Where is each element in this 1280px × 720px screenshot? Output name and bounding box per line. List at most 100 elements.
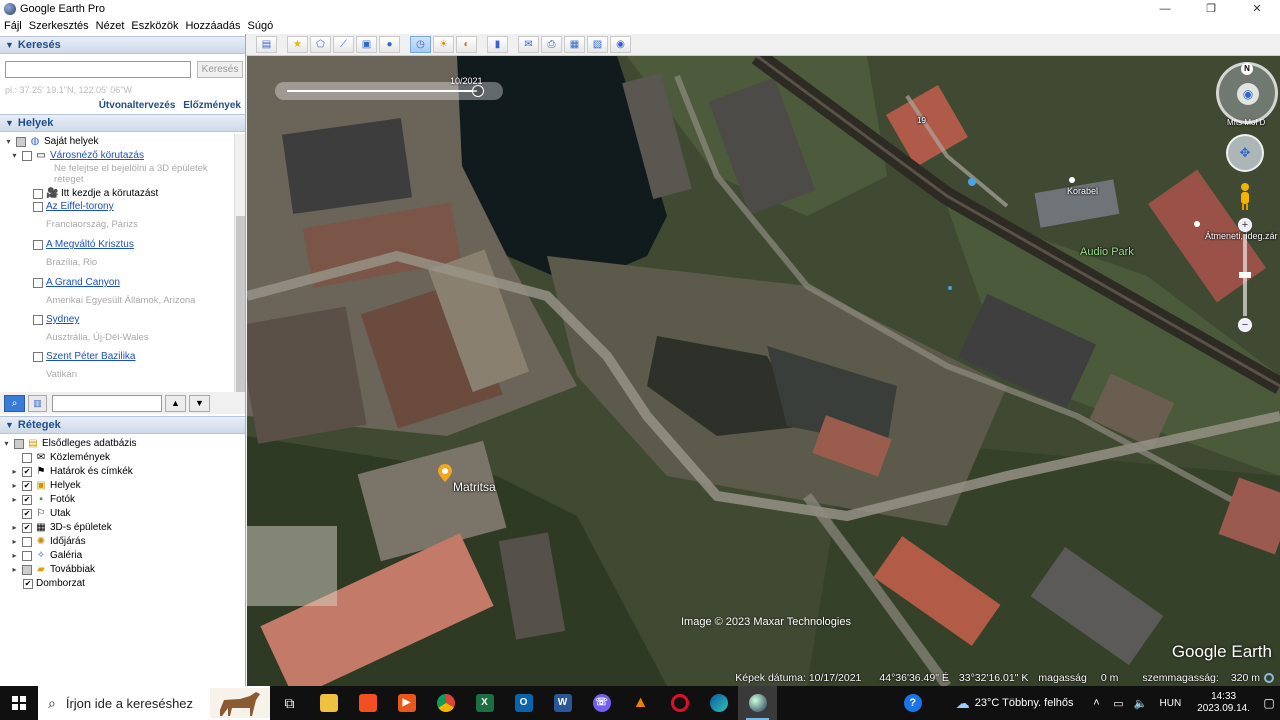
time-slider-track[interactable]: [287, 90, 477, 92]
list-item[interactable]: A Grand Canyon: [30, 277, 120, 288]
tree-row[interactable]: ▾ ◍ Saját helyek: [4, 136, 98, 147]
taskbar-app-word[interactable]: W: [543, 686, 582, 720]
checkbox[interactable]: ✔: [22, 466, 32, 477]
taskbar-app-excel[interactable]: X: [465, 686, 504, 720]
weather-widget[interactable]: ☁ 23°C Többny. felhős: [956, 695, 1074, 712]
add-polygon-icon[interactable]: ⬠: [310, 36, 331, 53]
collapse-triangle-icon[interactable]: ▼: [5, 420, 14, 430]
maximize-button[interactable]: ❐: [1188, 0, 1234, 18]
checkbox[interactable]: ✔: [22, 522, 32, 533]
collapse-icon[interactable]: ▾: [4, 137, 13, 146]
layer-row[interactable]: ▸ ✧ Galéria: [10, 550, 82, 561]
checkbox[interactable]: [33, 201, 43, 212]
expand-icon[interactable]: ▸: [10, 481, 19, 490]
zoom-slider[interactable]: + −: [1238, 218, 1252, 332]
move-down-icon[interactable]: ▼: [189, 394, 210, 412]
checkbox[interactable]: [22, 150, 32, 161]
tree-row[interactable]: ▾ ▭ Városnéző körutazás: [10, 150, 143, 161]
map-label-audio-park[interactable]: Audio Park: [1080, 246, 1134, 258]
historical-imagery-icon[interactable]: ◷: [410, 36, 431, 53]
volume-icon[interactable]: 🔈: [1130, 697, 1152, 710]
search-input[interactable]: [5, 61, 191, 78]
expand-icon[interactable]: ▸: [10, 551, 19, 560]
expand-icon[interactable]: ▸: [10, 537, 19, 546]
network-icon[interactable]: ▭: [1108, 697, 1130, 710]
expand-icon[interactable]: ▸: [10, 523, 19, 532]
place-link[interactable]: Sydney: [46, 314, 79, 325]
taskbar-app-google-earth[interactable]: [738, 686, 777, 720]
taskbar-app-viber[interactable]: ☏: [582, 686, 621, 720]
checkbox[interactable]: [16, 136, 26, 147]
menu-view[interactable]: Nézet: [96, 20, 125, 32]
place-link[interactable]: Szent Péter Bazilika: [46, 351, 136, 362]
history-link[interactable]: Előzmények: [183, 100, 241, 111]
layer-row[interactable]: ✔ ⚐ Utak: [10, 508, 71, 519]
checkbox[interactable]: [33, 314, 43, 325]
checkbox[interactable]: [33, 351, 43, 362]
layer-row[interactable]: ▸ ✔ ▪ Fotók: [10, 494, 75, 505]
checkbox[interactable]: [22, 452, 32, 463]
zoom-out-icon[interactable]: −: [1238, 318, 1252, 332]
compass-ring[interactable]: N ◉: [1216, 62, 1278, 124]
menu-add[interactable]: Hozzáadás: [185, 20, 240, 32]
taskbar-app-vlc[interactable]: ▲: [621, 686, 660, 720]
list-item[interactable]: Az Eiffel-torony: [30, 201, 114, 212]
layer-row[interactable]: ▸ ✺ Időjárás: [10, 536, 85, 547]
street-view-pegman-icon[interactable]: [1238, 182, 1252, 210]
planets-icon[interactable]: ◐: [456, 36, 477, 53]
search-icon[interactable]: ⌕: [4, 394, 25, 412]
north-indicator-icon[interactable]: N: [1241, 63, 1253, 75]
taskbar-app-outlook[interactable]: O: [504, 686, 543, 720]
checkbox[interactable]: ✔: [22, 480, 32, 491]
record-tour-icon[interactable]: ●: [379, 36, 400, 53]
print-icon[interactable]: ⎙: [541, 36, 562, 53]
checkbox[interactable]: ✔: [22, 508, 32, 519]
layer-row[interactable]: ▸ ✔ ▣ Helyek: [10, 480, 80, 491]
layer-row[interactable]: ✉ Közlemények: [10, 452, 110, 463]
checkbox[interactable]: [22, 564, 32, 575]
expand-icon[interactable]: ▸: [10, 467, 19, 476]
checkbox[interactable]: ✔: [22, 494, 32, 505]
placemark-pin-icon[interactable]: [438, 464, 452, 482]
look-joystick-icon[interactable]: ◉: [1237, 83, 1259, 105]
expand-icon[interactable]: ▸: [10, 495, 19, 504]
view-in-maps-icon[interactable]: ▧: [587, 36, 608, 53]
layers-header[interactable]: ▼ Rétegek: [0, 416, 245, 434]
menu-edit[interactable]: Szerkesztés: [29, 20, 89, 32]
checkbox[interactable]: [22, 550, 32, 561]
language-indicator[interactable]: HUN: [1160, 698, 1182, 709]
tree-row[interactable]: 🎥 Itt kezdje a körutazást: [30, 188, 158, 199]
close-button[interactable]: ✕: [1234, 0, 1280, 18]
tree-row[interactable]: ▾ ▤ Elsődleges adatbázis: [2, 438, 136, 449]
expand-icon[interactable]: ▸: [10, 565, 19, 574]
zoom-in-icon[interactable]: +: [1238, 218, 1252, 232]
minimize-button[interactable]: —: [1142, 0, 1188, 18]
scrollbar-thumb[interactable]: [236, 216, 245, 396]
earth-gallery-icon[interactable]: ◉: [610, 36, 631, 53]
menu-file[interactable]: Fájl: [4, 20, 22, 32]
help-icon[interactable]: ?: [903, 694, 922, 712]
place-link[interactable]: A Megváltó Krisztus: [46, 239, 134, 250]
panel-toggle-icon[interactable]: ▥: [28, 394, 47, 412]
show-hidden-icons-chevron-icon[interactable]: ˄: [1086, 697, 1108, 709]
sidebar-toggle-icon[interactable]: ▤: [256, 36, 277, 53]
layer-row[interactable]: ▸ ✔ ▦ 3D-s épületek: [10, 522, 111, 533]
menu-tools[interactable]: Eszközök: [131, 20, 178, 32]
taskbar-app-explorer[interactable]: [309, 686, 348, 720]
collapse-triangle-icon[interactable]: ▼: [5, 40, 14, 50]
search-header[interactable]: ▼ Keresés: [0, 36, 245, 54]
search-button[interactable]: Keresés: [197, 61, 243, 78]
taskbar-app-edge[interactable]: [699, 686, 738, 720]
list-item[interactable]: Szent Péter Bazilika: [30, 351, 136, 362]
add-path-icon[interactable]: ⟋: [333, 36, 354, 53]
taskbar-app-chrome[interactable]: [426, 686, 465, 720]
map-view[interactable]: 10/2021 Matritsa Korabel Audio Park Átme…: [247, 56, 1280, 686]
checkbox[interactable]: [33, 239, 43, 250]
places-filter-input[interactable]: [52, 394, 162, 412]
taskbar-app-store[interactable]: [348, 686, 387, 720]
layer-row[interactable]: ▸ ▰ Továbbiak: [10, 564, 95, 575]
pan-joystick-icon[interactable]: ✥: [1226, 134, 1264, 172]
email-icon[interactable]: ✉: [518, 36, 539, 53]
checkbox[interactable]: [22, 536, 32, 547]
clock[interactable]: 14:33 2023.09.14.: [1197, 691, 1250, 715]
